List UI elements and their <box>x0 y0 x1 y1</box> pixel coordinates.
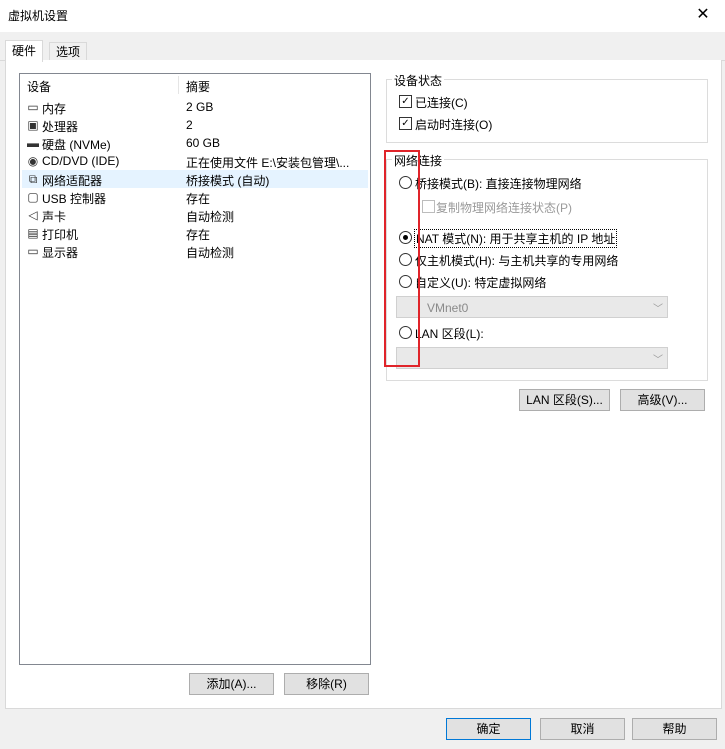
column-separator[interactable] <box>178 76 179 94</box>
lan-segments-button[interactable]: LAN 区段(S)... <box>519 389 610 411</box>
help-button[interactable]: 帮助 <box>632 718 717 740</box>
device-row[interactable]: ◉ CD/DVD (IDE) 正在使用文件 E:\安装包管理\... <box>22 152 368 170</box>
device-summary: 正在使用文件 E:\安装包管理\... <box>186 156 350 170</box>
device-row[interactable]: ▢ USB 控制器 存在 <box>22 188 368 206</box>
connect-at-power-on-label[interactable]: 启动时连接(O) <box>415 116 492 133</box>
device-name: 声卡 <box>42 210 67 224</box>
printer-icon: ▤ <box>27 226 39 240</box>
device-summary: 桥接模式 (自动) <box>186 174 270 188</box>
device-row[interactable]: ⧉ 网络适配器 桥接模式 (自动) <box>22 170 368 188</box>
device-name: USB 控制器 <box>42 192 107 206</box>
device-summary: 2 <box>186 118 193 132</box>
device-row[interactable]: ▣ 处理器 2 <box>22 116 368 134</box>
device-row[interactable]: ▭ 内存 2 GB <box>22 98 368 116</box>
ok-button[interactable]: 确定 <box>446 718 531 740</box>
tab-options[interactable]: 选项 <box>49 42 88 61</box>
device-row[interactable]: ▤ 打印机 存在 <box>22 224 368 242</box>
replicate-checkbox[interactable] <box>422 200 435 213</box>
custom-network-value: VMnet0 <box>427 301 469 315</box>
connected-checkbox[interactable]: ✓ <box>399 95 412 108</box>
bridged-label[interactable]: 桥接模式(B): 直接连接物理网络 <box>415 175 582 192</box>
sound-icon: ◁ <box>28 208 38 222</box>
nat-label[interactable]: NAT 模式(N): 用于共享主机的 IP 地址 <box>413 229 618 248</box>
device-name: CD/DVD (IDE) <box>42 154 120 168</box>
device-name: 显示器 <box>42 246 79 260</box>
replicate-label[interactable]: 复制物理网络连接状态(P) <box>436 199 572 216</box>
memory-icon: ▭ <box>27 100 39 114</box>
header-device[interactable]: 设备 <box>27 78 51 95</box>
device-row[interactable]: ▬ 硬盘 (NVMe) 60 GB <box>22 134 368 152</box>
highlight-annotation-box <box>384 150 420 367</box>
custom-label[interactable]: 自定义(U): 特定虚拟网络 <box>415 274 546 291</box>
device-name: 网络适配器 <box>42 174 103 188</box>
device-summary: 2 GB <box>186 100 214 114</box>
cancel-button[interactable]: 取消 <box>540 718 625 740</box>
cpu-icon: ▣ <box>27 118 39 132</box>
device-summary: 自动检测 <box>186 246 235 260</box>
advanced-button[interactable]: 高级(V)... <box>620 389 705 411</box>
device-name: 硬盘 (NVMe) <box>42 138 111 152</box>
network-icon: ⧉ <box>28 172 38 186</box>
chevron-down-icon: ﹀ <box>653 355 663 366</box>
remove-button[interactable]: 移除(R) <box>284 673 369 695</box>
device-row[interactable]: ◁ 声卡 自动检测 <box>22 206 368 224</box>
device-summary: 自动检测 <box>186 210 235 224</box>
device-name: 打印机 <box>42 228 79 242</box>
header-summary[interactable]: 摘要 <box>186 78 210 95</box>
chevron-down-icon: ﹀ <box>653 304 663 315</box>
title-bar: 虚拟机设置 ✕ <box>0 0 725 32</box>
usb-icon: ▢ <box>27 190 39 204</box>
connected-label[interactable]: 已连接(C) <box>415 94 468 111</box>
device-status-title: 设备状态 <box>392 72 445 89</box>
connect-at-power-on-checkbox[interactable]: ✓ <box>399 117 412 130</box>
device-list[interactable]: 设备 摘要 ▭ 内存 2 GB ▣ 处理器 2 ▬ 硬盘 (NVMe) 60 GB ◉ CD/DVD… <box>19 73 371 665</box>
window-title: 虚拟机设置 <box>8 9 69 23</box>
list-header: 设备 摘要 <box>20 74 370 96</box>
device-summary: 60 GB <box>186 136 221 150</box>
custom-network-select[interactable]: VMnet0 ﹀ <box>396 296 668 318</box>
tab-hardware[interactable]: 硬件 <box>5 40 44 62</box>
add-button[interactable]: 添加(A)... <box>189 673 274 695</box>
lan-segment-select[interactable]: ﹀ <box>396 347 668 369</box>
device-name: 内存 <box>42 102 67 116</box>
device-row[interactable]: ▭ 显示器 自动检测 <box>22 242 368 260</box>
cd-icon: ◉ <box>27 154 39 168</box>
device-summary: 存在 <box>186 228 211 242</box>
close-icon[interactable]: ✕ <box>690 3 716 27</box>
device-summary: 存在 <box>186 192 211 206</box>
disk-icon: ▬ <box>27 136 39 150</box>
device-name: 处理器 <box>42 120 79 134</box>
host-only-label[interactable]: 仅主机模式(H): 与主机共享的专用网络 <box>415 252 618 269</box>
display-icon: ▭ <box>27 244 39 258</box>
lan-label[interactable]: LAN 区段(L): <box>415 325 484 342</box>
